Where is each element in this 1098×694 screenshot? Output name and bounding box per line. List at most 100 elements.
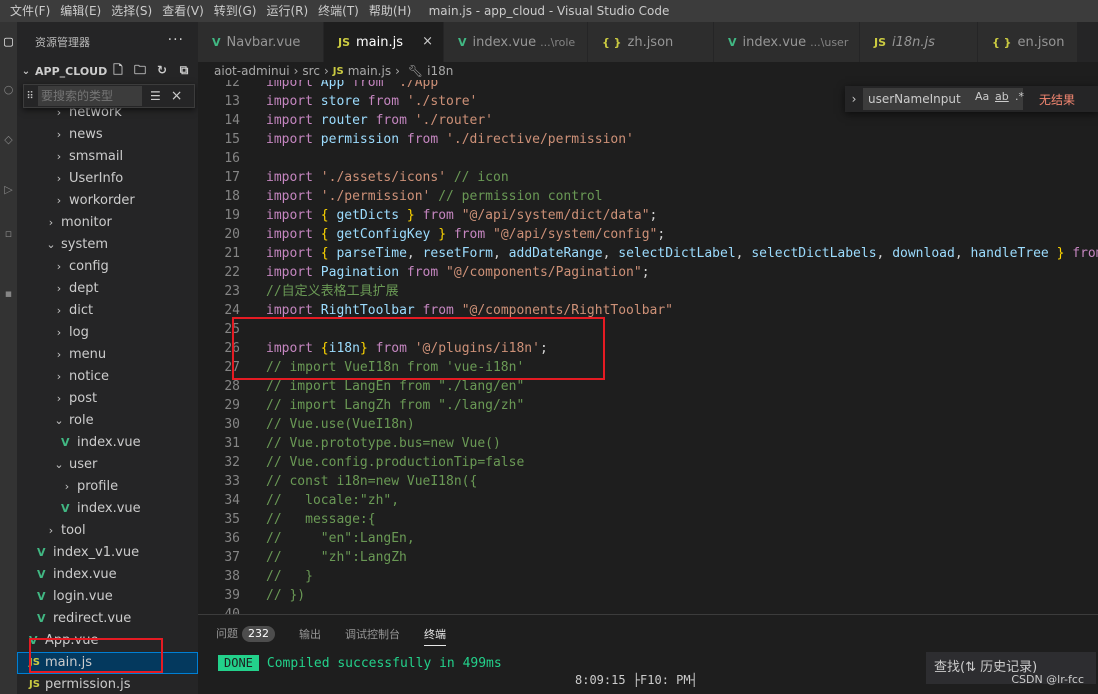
editor-tab[interactable]: V Navbar.vue [198, 22, 324, 62]
file-tree-item[interactable]: › dept [17, 278, 198, 300]
js-file-icon: JS [338, 35, 351, 49]
search-icon[interactable]: ○ [0, 76, 17, 104]
breadcrumb-item[interactable]: i18n [427, 64, 453, 78]
tab-label: main.js [356, 34, 404, 50]
file-tree-item[interactable]: Vredirect.vue [17, 608, 198, 630]
code-line: 33 // const i18n=new VueI18n({ [198, 472, 1098, 491]
chevron-right-icon[interactable]: › [53, 344, 65, 366]
file-tree-item[interactable]: V App.vue [17, 630, 198, 652]
collapse-all-icon[interactable]: ⧉ [176, 62, 192, 78]
file-tree-item[interactable]: JS permission.js [17, 674, 198, 694]
whole-word-toggle[interactable]: ab [995, 90, 1009, 103]
menu-view[interactable]: 查看(V) [157, 0, 209, 22]
editor-tab[interactable]: JS i18n.js [860, 22, 978, 62]
menu-run[interactable]: 运行(R) [261, 0, 313, 22]
new-file-icon[interactable]: 🗋 [110, 62, 126, 78]
file-tree-item[interactable]: › monitor [17, 212, 198, 234]
file-tree-item[interactable]: Vindex.vue [17, 564, 198, 586]
file-tree-item[interactable]: Vlogin.vue [17, 586, 198, 608]
menu-edit[interactable]: 编辑(E) [55, 0, 106, 22]
chevron-right-icon[interactable]: › [53, 322, 65, 344]
find-result: 无结果 [1039, 92, 1076, 107]
file-tree-label: system [61, 237, 108, 252]
file-tree-item[interactable]: › post [17, 388, 198, 410]
chevron-right-icon[interactable]: › [61, 476, 73, 498]
file-tree-item[interactable]: › UserInfo [17, 168, 198, 190]
file-tree-item[interactable]: Vindex.vue [17, 498, 198, 520]
breadcrumb-item[interactable]: main.js [348, 64, 391, 78]
close-icon[interactable]: × [171, 88, 183, 104]
chevron-right-icon[interactable]: › [53, 146, 65, 168]
code-line: 24 import RightToolbar from "@/components… [198, 301, 1098, 320]
editor-tab[interactable]: Vindex.vue ...\role [444, 22, 588, 62]
file-tree-item[interactable]: › tool [17, 520, 198, 542]
tree-filter-input[interactable] [38, 86, 142, 106]
file-tree-item[interactable]: › config [17, 256, 198, 278]
run-debug-icon[interactable]: ▷ [0, 176, 17, 204]
file-tree-item[interactable]: Vindex.vue [17, 432, 198, 454]
file-tree-item[interactable]: ⌄ user [17, 454, 198, 476]
workspace-section[interactable]: ⌄ APP_CLOUD 🗋 🗀 ↻ ⧉ [17, 62, 198, 80]
drag-handle-icon[interactable]: ⠿ [24, 91, 36, 102]
chevron-down-icon[interactable]: ⌄ [53, 410, 65, 432]
filter-icon[interactable]: ☰ [150, 89, 161, 103]
menu-help[interactable]: 帮助(H) [364, 0, 416, 22]
chevron-right-icon[interactable]: › [45, 520, 57, 542]
vue-file-icon: V [61, 436, 70, 449]
regex-toggle[interactable]: .* [1015, 90, 1024, 103]
match-case-toggle[interactable]: Aa [975, 90, 989, 103]
chevron-right-icon[interactable]: › [53, 388, 65, 410]
editor-tab[interactable]: JS main.js × [324, 22, 444, 62]
extensions-icon[interactable]: ▫ [0, 220, 17, 248]
chevron-right-icon[interactable]: › [53, 256, 65, 278]
tab-output[interactable]: 输出 [299, 626, 321, 642]
file-tree-item[interactable]: › notice [17, 366, 198, 388]
menu-terminal[interactable]: 终端(T) [313, 0, 364, 22]
explorer-icon[interactable]: ▢ [0, 28, 17, 56]
code-editor[interactable]: 12 import App from './App' 13 import store … [198, 80, 1098, 614]
refresh-icon[interactable]: ↻ [154, 62, 170, 78]
chevron-right-icon[interactable]: › [53, 190, 65, 212]
file-tree-item[interactable]: › log [17, 322, 198, 344]
file-tree-item[interactable]: › dict [17, 300, 198, 322]
editor-tab[interactable]: { } en.json [978, 22, 1078, 62]
line-number: 15 [224, 132, 240, 147]
remote-icon[interactable]: ▪ [0, 280, 17, 308]
file-tree-item[interactable]: ⌄ role [17, 410, 198, 432]
file-tree-item[interactable]: ⌄ system [17, 234, 198, 256]
toggle-replace-icon[interactable]: › [845, 92, 863, 106]
code-line: 37 // "zh":LangZh [198, 548, 1098, 567]
file-tree-item[interactable]: Vindex_v1.vue [17, 542, 198, 564]
file-tree-item[interactable]: › smsmail [17, 146, 198, 168]
chevron-down-icon[interactable]: ⌄ [53, 454, 65, 476]
chevron-right-icon[interactable]: › [53, 300, 65, 322]
code-text: // "zh":LangZh [266, 550, 407, 565]
menu-go[interactable]: 转到(G) [209, 0, 262, 22]
close-tab-icon[interactable]: × [422, 34, 433, 49]
file-tree-item[interactable]: › news [17, 124, 198, 146]
file-tree-item[interactable]: › profile [17, 476, 198, 498]
editor-tab[interactable]: Vindex.vue ...\user [714, 22, 860, 62]
tab-terminal[interactable]: 终端 [424, 626, 446, 646]
tab-problems[interactable]: 问题 232 [216, 625, 275, 642]
editor-tab[interactable]: { } zh.json [588, 22, 714, 62]
vue-file-icon: V [37, 612, 46, 625]
symbol-icon: 🔧︎ [407, 64, 424, 78]
file-tree-item[interactable]: › menu [17, 344, 198, 366]
breadcrumb-item[interactable]: aiot-adminui [214, 64, 290, 78]
chevron-down-icon[interactable]: ⌄ [45, 234, 57, 256]
tab-debug-console[interactable]: 调试控制台 [345, 626, 400, 642]
chevron-right-icon[interactable]: › [53, 366, 65, 388]
menu-selection[interactable]: 选择(S) [106, 0, 157, 22]
chevron-right-icon[interactable]: › [53, 278, 65, 300]
chevron-right-icon[interactable]: › [45, 212, 57, 234]
breadcrumb-item[interactable]: src [302, 64, 320, 78]
chevron-right-icon[interactable]: › [53, 124, 65, 146]
file-tree-item[interactable]: › workorder [17, 190, 198, 212]
more-actions-icon[interactable]: ··· [168, 32, 184, 48]
menu-file[interactable]: 文件(F) [0, 0, 55, 22]
source-control-icon[interactable]: ◇ [0, 126, 17, 154]
file-tree-item[interactable]: JS main.js [17, 652, 198, 674]
chevron-right-icon[interactable]: › [53, 168, 65, 190]
new-folder-icon[interactable]: 🗀 [132, 62, 148, 78]
